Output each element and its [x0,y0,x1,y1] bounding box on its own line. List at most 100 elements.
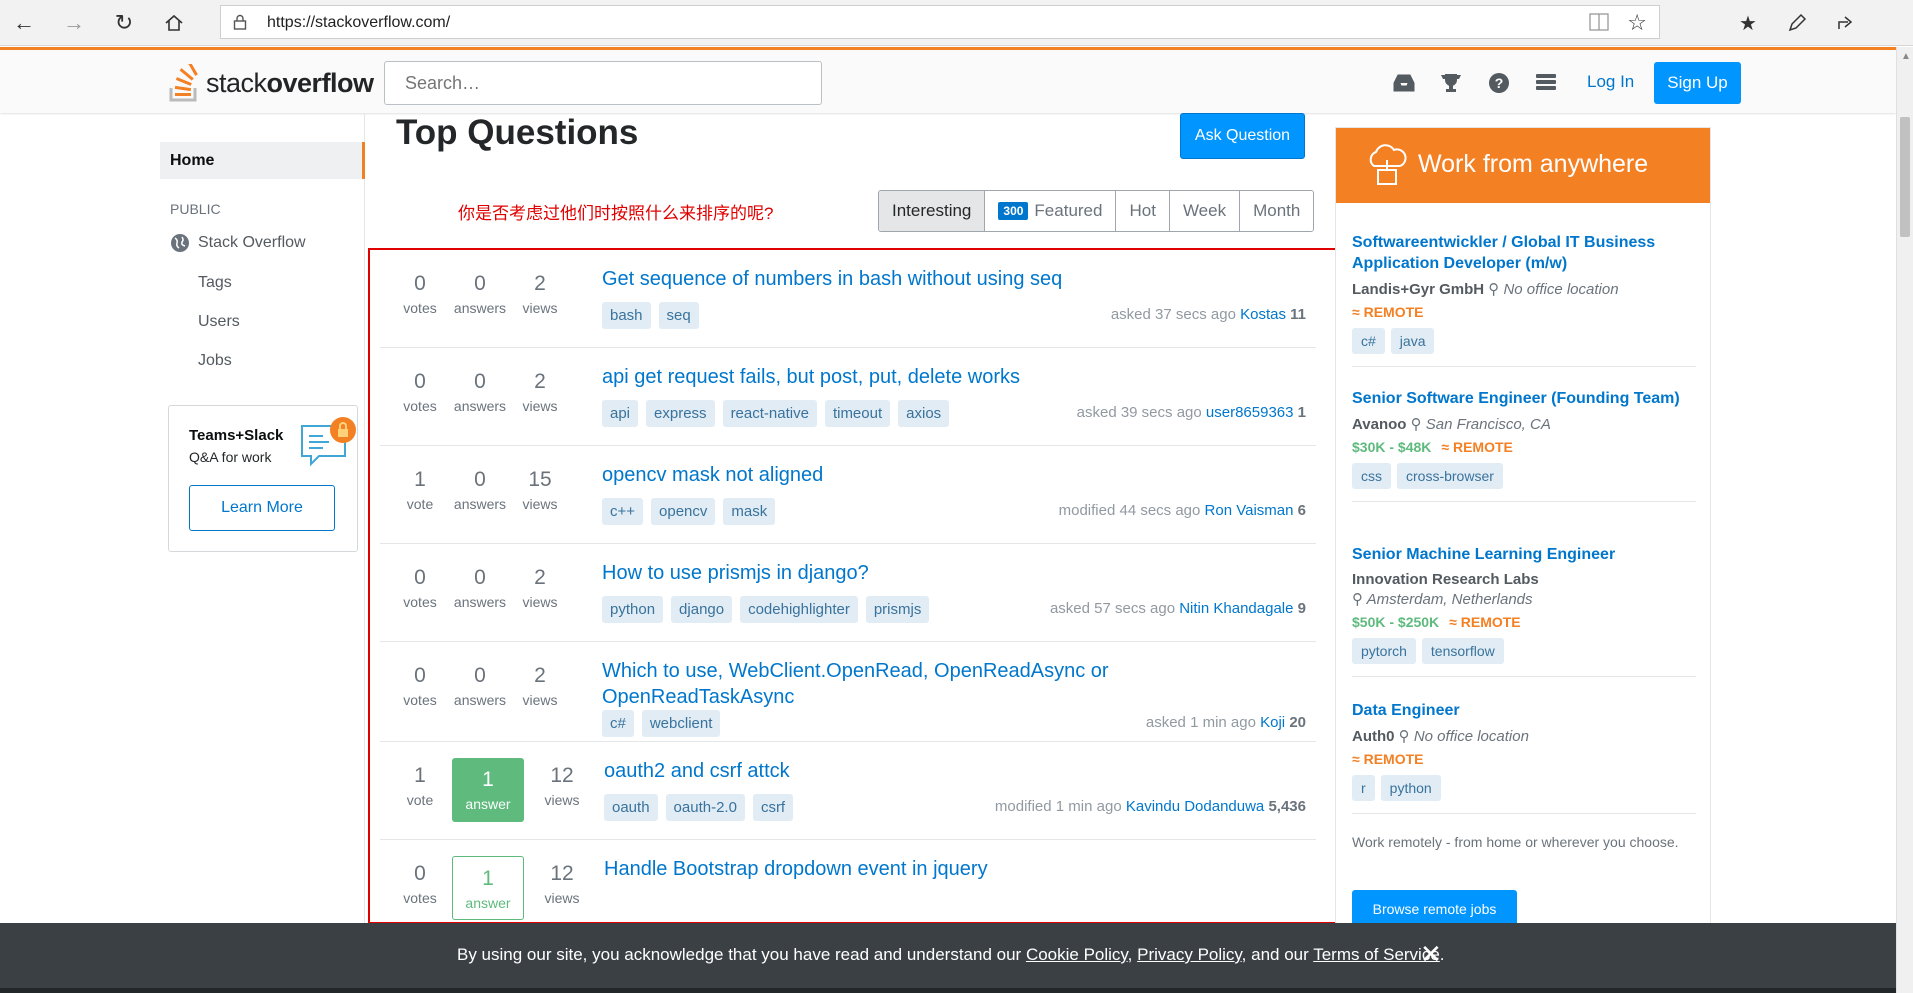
address-bar[interactable]: https://stackoverflow.com/ ☆ [220,5,1660,39]
answer-count: 0 answers [453,566,507,610]
job-tags: pytorch tensorflow [1352,638,1696,664]
pen-icon[interactable] [1784,10,1810,36]
site-switcher-icon[interactable] [1533,70,1559,96]
forward-icon[interactable]: → [60,9,88,37]
tab-featured[interactable]: 300 Featured [985,191,1117,231]
job-tags: c# java [1352,328,1696,354]
learn-more-button[interactable]: Learn More [189,485,335,531]
location-pin-icon: ⚲ [1488,281,1500,298]
tag[interactable]: react-native [722,400,817,427]
job-title-link[interactable]: Senior Software Engineer (Founding Team) [1352,388,1696,409]
log-in-link[interactable]: Log In [1587,72,1634,92]
tag[interactable]: java [1390,328,1435,354]
close-icon[interactable]: ✕ [1420,939,1442,970]
tag[interactable]: c++ [602,498,644,525]
tag[interactable]: axios [898,400,950,427]
tag[interactable]: seq [658,302,699,329]
back-icon[interactable]: ← [10,9,38,37]
question-title-link[interactable]: How to use prismjs in django? [602,560,1162,586]
sidebar-item-home[interactable]: Home [160,142,365,179]
question-title-link[interactable]: Handle Bootstrap dropdown event in jquer… [604,856,1164,882]
tag[interactable]: c# [1352,328,1385,354]
sidebar-item-stack-overflow[interactable]: Stack Overflow [170,233,306,253]
inbox-icon[interactable] [1391,70,1417,96]
user-link[interactable]: Kostas [1240,306,1286,323]
job-perks: ≈ REMOTE [1352,304,1424,320]
jobs-header-title: Work from anywhere [1418,150,1649,178]
answer-count: 0 answers [453,664,507,708]
tab-week[interactable]: Week [1169,191,1241,231]
tag[interactable]: webclient [641,710,721,737]
tab-hot[interactable]: Hot [1116,191,1170,231]
tag[interactable]: oauth-2.0 [665,794,745,821]
user-link[interactable]: Nitin Khandagale [1179,600,1293,617]
tag[interactable]: c# [602,710,634,737]
sign-up-button[interactable]: Sign Up [1654,62,1741,104]
job-listing[interactable]: Softwareentwickler / Global IT Business … [1352,232,1696,367]
view-count: 12 views [544,764,580,808]
scroll-thumb[interactable] [1900,117,1910,237]
tag[interactable]: timeout [824,400,891,427]
tab-interesting[interactable]: Interesting [879,191,986,231]
job-listing[interactable]: Senior Machine Learning Engineer Innovat… [1352,544,1696,677]
job-listing[interactable]: Data Engineer Auth0 ⚲ No office location… [1352,700,1696,814]
answer-count: 0 answers [453,468,507,512]
job-title-link[interactable]: Softwareentwickler / Global IT Business … [1352,232,1696,274]
favorite-star-icon[interactable]: ☆ [1627,10,1647,36]
tag[interactable]: cross-browser [1397,463,1503,489]
question-title-link[interactable]: Get sequence of numbers in bash without … [602,266,1162,292]
scroll-up-icon[interactable]: ▲ [1901,51,1911,62]
user-link[interactable]: Ron Vaisman [1205,502,1294,519]
cookie-policy-link[interactable]: Cookie Policy [1026,945,1128,964]
sidebar-item-users[interactable]: Users [198,313,240,331]
tag[interactable]: codehighlighter [740,596,858,623]
tag[interactable]: python [602,596,664,623]
tag[interactable]: python [1380,775,1441,801]
tab-month[interactable]: Month [1240,191,1314,231]
favorites-icon[interactable]: ★ [1735,10,1761,36]
stackoverflow-logo[interactable]: stackoverflow [168,64,374,102]
help-icon[interactable]: ? [1486,70,1512,96]
tag[interactable]: api [602,400,639,427]
tag[interactable]: tensorflow [1421,638,1504,664]
tag[interactable]: pytorch [1352,638,1416,664]
tag[interactable]: bash [602,302,651,329]
tag[interactable]: csrf [752,794,794,821]
job-title-link[interactable]: Data Engineer [1352,700,1696,721]
user-link[interactable]: Koji [1260,714,1285,731]
tag[interactable]: r [1352,775,1375,801]
question-row: 0 votes 0 answers 2 views Which to use, Web… [380,642,1316,742]
featured-count-badge: 300 [998,202,1029,220]
tag[interactable]: css [1352,463,1391,489]
refresh-icon[interactable]: ↻ [110,9,138,37]
question-list: 0 votes 0 answers 2 views Get sequence of n… [368,248,1339,924]
achievements-trophy-icon[interactable] [1438,70,1464,96]
share-icon[interactable] [1833,10,1859,36]
tag[interactable]: prismjs [865,596,930,623]
question-title-link[interactable]: api get request fails, but post, put, de… [602,364,1162,390]
sidebar-item-tags[interactable]: Tags [198,274,232,292]
privacy-policy-link[interactable]: Privacy Policy [1137,945,1242,964]
job-listing[interactable]: Senior Software Engineer (Founding Team)… [1352,388,1696,502]
question-title-link[interactable]: opencv mask not aligned [602,462,1162,488]
tag[interactable]: express [646,400,715,427]
home-icon[interactable] [160,9,188,37]
tag[interactable]: django [671,596,733,623]
job-perks: ≈ REMOTE [1352,751,1424,767]
question-title-link[interactable]: oauth2 and csrf attck [604,758,1164,784]
job-title-link[interactable]: Senior Machine Learning Engineer [1352,544,1696,565]
job-company: Avanoo ⚲ San Francisco, CA [1352,416,1551,433]
tag[interactable]: opencv [651,498,716,525]
ask-question-button[interactable]: Ask Question [1180,113,1305,159]
question-title-link[interactable]: Which to use, WebClient.OpenRead, OpenRe… [602,658,1142,710]
search-input[interactable] [384,61,822,105]
reading-view-icon[interactable] [1589,13,1609,31]
user-link[interactable]: user8659363 [1206,404,1294,421]
job-company: Auth0 ⚲ No office location [1352,728,1529,745]
tag[interactable]: mask [723,498,776,525]
question-meta: asked 39 secs ago user8659363 1 [1076,404,1306,421]
page-scrollbar[interactable]: ▲ [1896,47,1913,993]
user-link[interactable]: Kavindu Dodanduwa [1126,798,1264,815]
tag[interactable]: oauth [604,794,658,821]
sidebar-item-jobs[interactable]: Jobs [198,352,232,370]
